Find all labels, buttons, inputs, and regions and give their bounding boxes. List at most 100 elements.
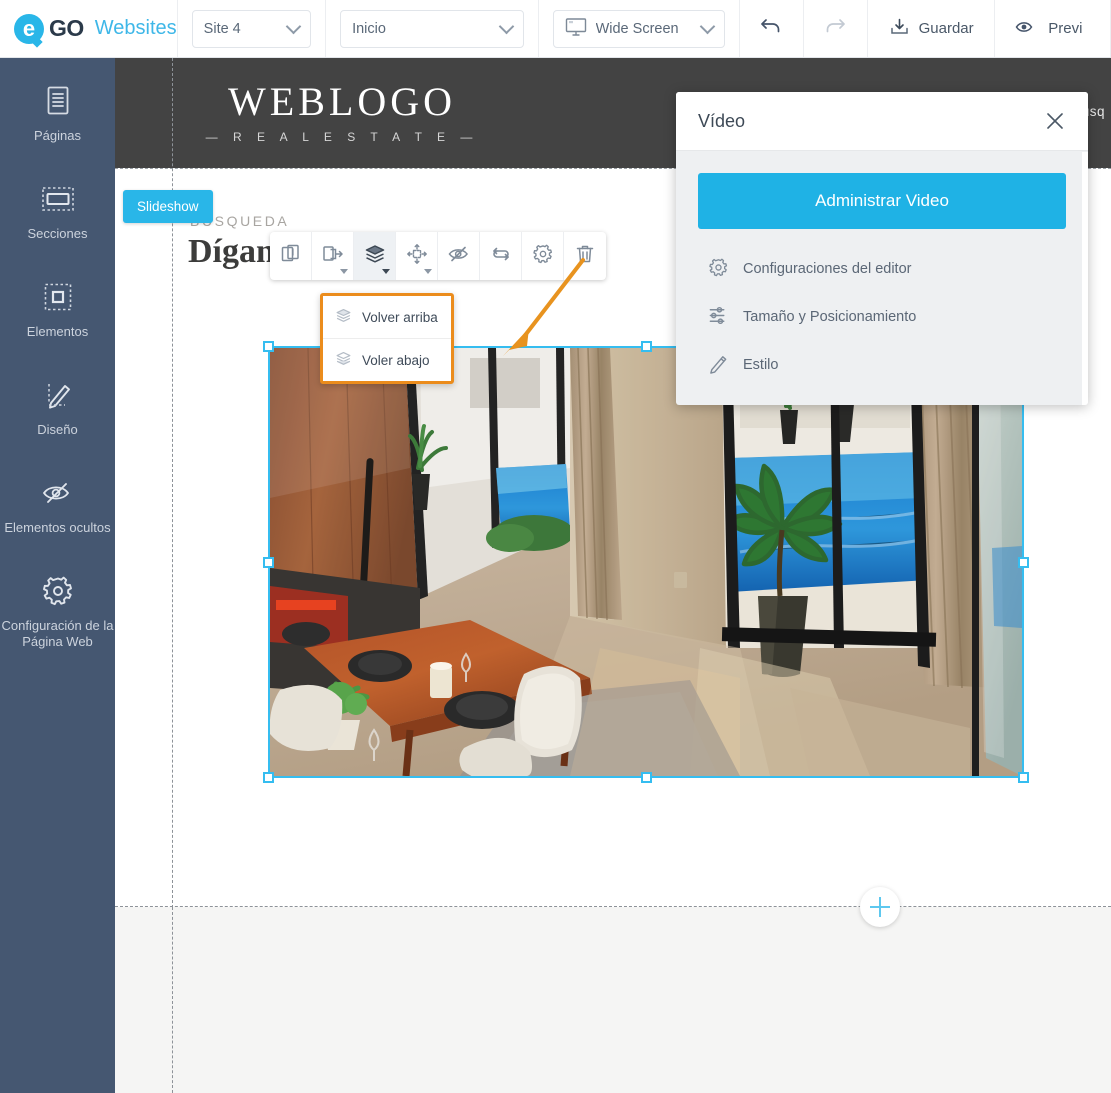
gear-icon bbox=[532, 243, 554, 270]
resize-handle-top-center[interactable] bbox=[641, 341, 652, 352]
layers-dropdown-menu: Volver arriba Voler abajo bbox=[320, 293, 454, 384]
sidebar-item-label: Secciones bbox=[27, 226, 88, 241]
position-button[interactable] bbox=[396, 232, 438, 280]
sliders-icon bbox=[708, 305, 729, 330]
panel-menu-item-estilo[interactable]: Estilo bbox=[698, 341, 1066, 389]
eye-preview-icon bbox=[1015, 18, 1039, 40]
resize-handle-top-left[interactable] bbox=[263, 341, 274, 352]
sidebar-item-label: Páginas bbox=[34, 128, 81, 143]
layers-menu-item-volver-arriba[interactable]: Volver arriba bbox=[323, 296, 451, 338]
sidebar-item-label: Diseño bbox=[37, 422, 78, 437]
sidebar-item-secciones[interactable]: Secciones bbox=[0, 178, 115, 242]
left-sidebar: Páginas Secciones Elementos Diseño Eleme bbox=[0, 58, 115, 1093]
ego-logo-icon: e bbox=[14, 13, 44, 44]
sidebar-item-diseno[interactable]: Diseño bbox=[0, 374, 115, 438]
panel-title: Vídeo bbox=[698, 110, 746, 131]
site-selector-cell: Site 4 bbox=[178, 0, 327, 57]
delete-element-button[interactable] bbox=[564, 232, 606, 280]
panel-menu-item-configuraciones-del-editor[interactable]: Configuraciones del editor bbox=[698, 245, 1066, 293]
resize-handle-middle-left[interactable] bbox=[263, 557, 274, 568]
page-selector-value: Inicio bbox=[352, 20, 386, 37]
preview-button[interactable]: Previ bbox=[995, 0, 1111, 57]
download-save-icon bbox=[889, 16, 910, 41]
chevron-down-icon bbox=[498, 18, 514, 34]
video-settings-panel: Vídeo Administrar Video Configuraciones … bbox=[676, 92, 1088, 405]
panel-menu: Configuraciones del editor Tamaño y Posi… bbox=[698, 245, 1066, 389]
sidebar-item-label: Elementos ocultos bbox=[4, 520, 111, 535]
resize-handle-middle-right[interactable] bbox=[1018, 557, 1029, 568]
element-settings-button[interactable] bbox=[522, 232, 564, 280]
sidebar-item-paginas[interactable]: Páginas bbox=[0, 80, 115, 144]
layers-menu-item-label: Voler abajo bbox=[362, 352, 430, 368]
close-x-icon[interactable] bbox=[1044, 110, 1066, 132]
layers-menu-item-voler-abajo[interactable]: Voler abajo bbox=[323, 338, 451, 381]
slideshow-section-badge[interactable]: Slideshow bbox=[123, 190, 213, 223]
layers-down-icon bbox=[335, 350, 352, 370]
layers-up-icon bbox=[335, 307, 352, 327]
lower-vertical-guide bbox=[172, 907, 173, 1093]
panel-body: Administrar Video Configuraciones del ed… bbox=[676, 151, 1088, 405]
panel-menu-item-tamano-y-posicionamiento[interactable]: Tamaño y Posicionamiento bbox=[698, 293, 1066, 341]
app-root: e GO Websites Site 4 Inicio Wide Screen … bbox=[0, 0, 1111, 1093]
save-button-label: Guardar bbox=[918, 20, 974, 37]
sidebar-item-elementos-ocultos[interactable]: Elementos ocultos bbox=[0, 472, 115, 536]
sidebar-item-configuracion[interactable]: Configuración de la Página Web bbox=[0, 570, 115, 650]
sidebar-item-label: Elementos bbox=[26, 324, 89, 339]
chevron-down-icon bbox=[424, 269, 432, 274]
panel-menu-item-label: Tamaño y Posicionamiento bbox=[743, 309, 917, 325]
layers-stack-icon bbox=[364, 243, 386, 270]
resize-handle-bottom-right[interactable] bbox=[1018, 772, 1029, 783]
panel-header: Vídeo bbox=[676, 92, 1088, 151]
elements-square-icon bbox=[43, 276, 73, 318]
panel-menu-item-label: Configuraciones del editor bbox=[743, 261, 912, 277]
layers-button[interactable] bbox=[354, 232, 396, 280]
move-to-page-button[interactable] bbox=[312, 232, 354, 280]
site-selector-value: Site 4 bbox=[203, 20, 241, 37]
add-section-button[interactable] bbox=[860, 887, 900, 927]
page-selector[interactable]: Inicio bbox=[340, 9, 524, 48]
section-divider-dashed bbox=[115, 906, 1111, 907]
move-arrows-icon bbox=[406, 243, 428, 270]
screen-selector-cell: Wide Screen bbox=[539, 0, 740, 57]
screen-size-selector[interactable]: Wide Screen bbox=[552, 9, 725, 48]
duplicate-pages-icon bbox=[280, 243, 302, 270]
gear-icon bbox=[708, 257, 729, 282]
panel-scrollbar[interactable] bbox=[1082, 152, 1088, 405]
resize-handle-bottom-center[interactable] bbox=[641, 772, 652, 783]
sidebar-item-elementos[interactable]: Elementos bbox=[0, 276, 115, 340]
brand-go-text: GO bbox=[49, 15, 84, 41]
chevron-down-icon bbox=[340, 269, 348, 274]
redo-arrow-icon bbox=[823, 15, 847, 42]
brand-logo-area[interactable]: e GO Websites bbox=[0, 0, 178, 57]
trash-icon bbox=[574, 243, 596, 270]
chevron-down-icon bbox=[699, 18, 715, 34]
save-button[interactable]: Guardar bbox=[868, 0, 996, 57]
gear-settings-icon bbox=[41, 570, 75, 612]
hide-element-button[interactable] bbox=[438, 232, 480, 280]
top-toolbar: e GO Websites Site 4 Inicio Wide Screen … bbox=[0, 0, 1111, 58]
duplicate-element-button[interactable] bbox=[270, 232, 312, 280]
site-selector[interactable]: Site 4 bbox=[191, 9, 312, 48]
page-selector-cell: Inicio bbox=[326, 0, 539, 57]
move-to-page-arrow-icon bbox=[322, 243, 344, 270]
hidden-eye-slash-icon bbox=[41, 472, 75, 514]
eye-slash-icon bbox=[447, 244, 471, 269]
chevron-down-icon bbox=[285, 18, 302, 34]
design-pencil-icon bbox=[43, 374, 73, 416]
pencil-icon bbox=[708, 353, 729, 378]
swap-arrows-icon bbox=[490, 243, 512, 270]
element-floating-toolbar bbox=[270, 232, 606, 280]
sections-block-icon bbox=[41, 178, 75, 220]
layers-menu-item-label: Volver arriba bbox=[362, 309, 438, 325]
administrar-video-button[interactable]: Administrar Video bbox=[698, 173, 1066, 229]
preview-button-label: Previ bbox=[1048, 20, 1083, 37]
resize-handle-bottom-left[interactable] bbox=[263, 772, 274, 783]
swap-element-button[interactable] bbox=[480, 232, 522, 280]
undo-button[interactable] bbox=[740, 0, 804, 57]
site-logo: WEBLOGO — R E A L E S T A T E — bbox=[197, 79, 487, 145]
video-thumbnail-image bbox=[270, 348, 1022, 776]
redo-button[interactable] bbox=[804, 0, 868, 57]
search-section bbox=[115, 907, 1111, 1093]
site-logo-main: WEBLOGO bbox=[228, 79, 456, 124]
video-element[interactable] bbox=[263, 341, 1029, 783]
